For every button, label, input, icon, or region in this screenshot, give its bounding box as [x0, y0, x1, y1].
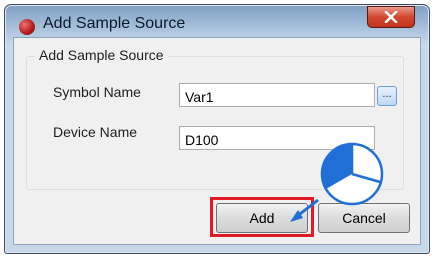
arrow-icon	[290, 198, 319, 222]
click-pointer-overlay	[290, 142, 384, 222]
mouse-icon	[320, 142, 384, 206]
